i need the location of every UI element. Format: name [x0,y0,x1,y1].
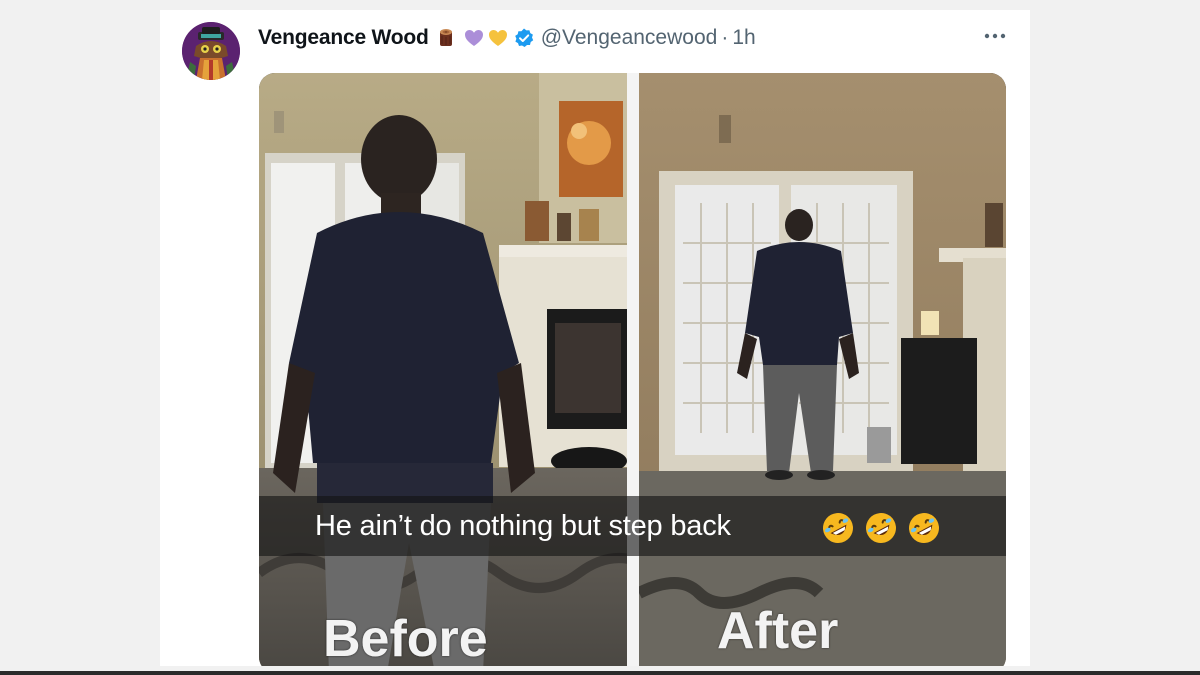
verified-badge-icon[interactable] [513,27,535,49]
yellow-heart-icon [487,27,509,49]
screenshot-stage: Vengeance Wood @Vengeancewood · 1h He ai… [0,0,1200,675]
avatar[interactable] [182,22,240,80]
more-horizontal-icon [984,33,1006,39]
wood-log-icon [435,27,457,49]
tweet-header: Vengeance Wood @Vengeancewood · 1h [258,24,756,52]
rolling-on-floor-laughing-icon [907,511,941,545]
tweet-timestamp[interactable]: 1h [732,26,755,50]
image-caption: He ain’t do nothing but step back [315,510,731,542]
avatar-illustration [182,22,240,80]
tweet-card[interactable]: Vengeance Wood @Vengeancewood · 1h He ai… [160,10,1030,666]
before-label: Before [323,610,488,666]
panel-divider [627,73,639,666]
display-name[interactable]: Vengeance Wood [258,26,429,50]
after-label: After [717,602,839,660]
more-options-button[interactable] [980,24,1010,48]
before-photo [259,73,627,666]
bottom-edge [0,671,1200,675]
purple-heart-icon [463,27,485,49]
author-handle[interactable]: @Vengeancewood [541,26,718,50]
tweet-media-image[interactable]: He ain’t do nothing but step back Before… [259,73,1006,666]
after-photo [639,73,1006,666]
separator-dot: · [721,26,729,49]
rolling-on-floor-laughing-icon [864,511,898,545]
rolling-on-floor-laughing-icon [821,511,855,545]
